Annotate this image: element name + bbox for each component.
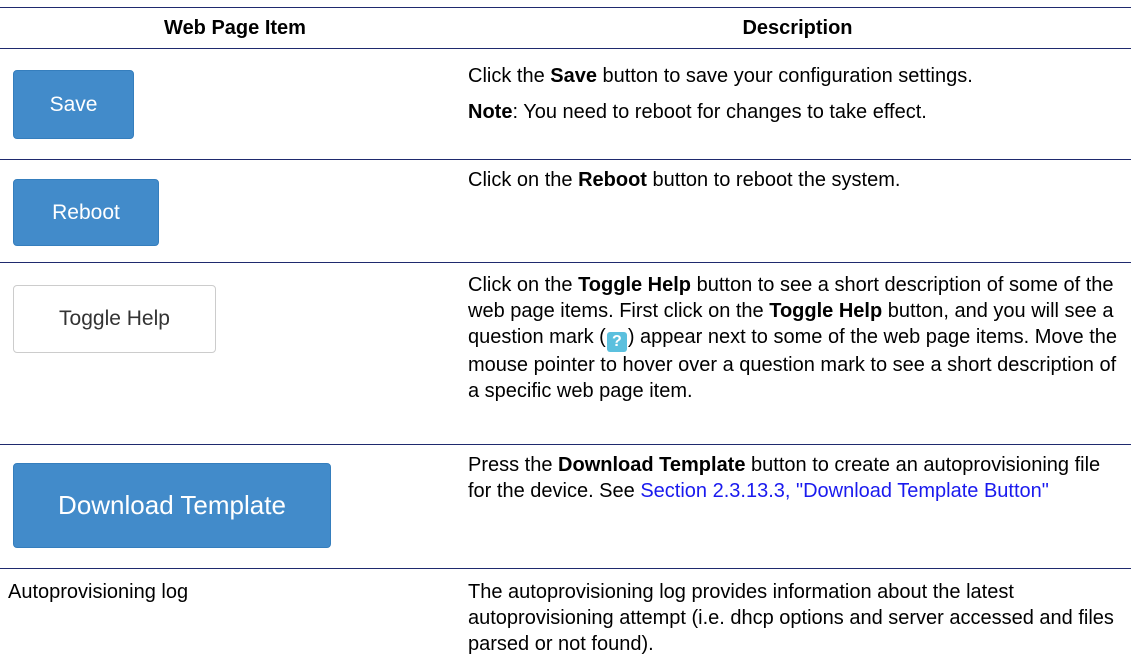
autoprovisioning-log-description: The autoprovisioning log provides inform…	[468, 581, 1114, 655]
row-rule	[0, 444, 1131, 445]
table-top-rule	[0, 7, 1131, 8]
toggle-help-description: Click on the Toggle Help button to see a…	[468, 274, 1118, 402]
toggle-help-button[interactable]: Toggle Help	[13, 285, 216, 353]
column-header-description: Description	[742, 17, 853, 39]
download-template-button[interactable]: Download Template	[13, 463, 331, 548]
section-link[interactable]: Section 2.3.13.3, "Download Template But…	[640, 480, 1049, 502]
row-rule	[0, 262, 1131, 263]
header-rule	[0, 48, 1131, 49]
column-header-item: Web Page Item	[164, 17, 306, 39]
question-mark-icon: ?	[606, 332, 627, 352]
save-button[interactable]: Save	[13, 70, 134, 139]
reboot-button[interactable]: Reboot	[13, 179, 159, 246]
save-description: Click the Save button to save your confi…	[468, 65, 973, 123]
autoprovisioning-log-label: Autoprovisioning log	[8, 581, 189, 603]
download-template-description: Press the Download Template button to cr…	[468, 454, 1101, 502]
row-rule	[0, 568, 1131, 569]
reboot-description: Click on the Reboot button to reboot the…	[468, 169, 901, 191]
row-rule	[0, 159, 1131, 160]
feature-table: Web Page Item Description Save Click the…	[0, 0, 1131, 671]
